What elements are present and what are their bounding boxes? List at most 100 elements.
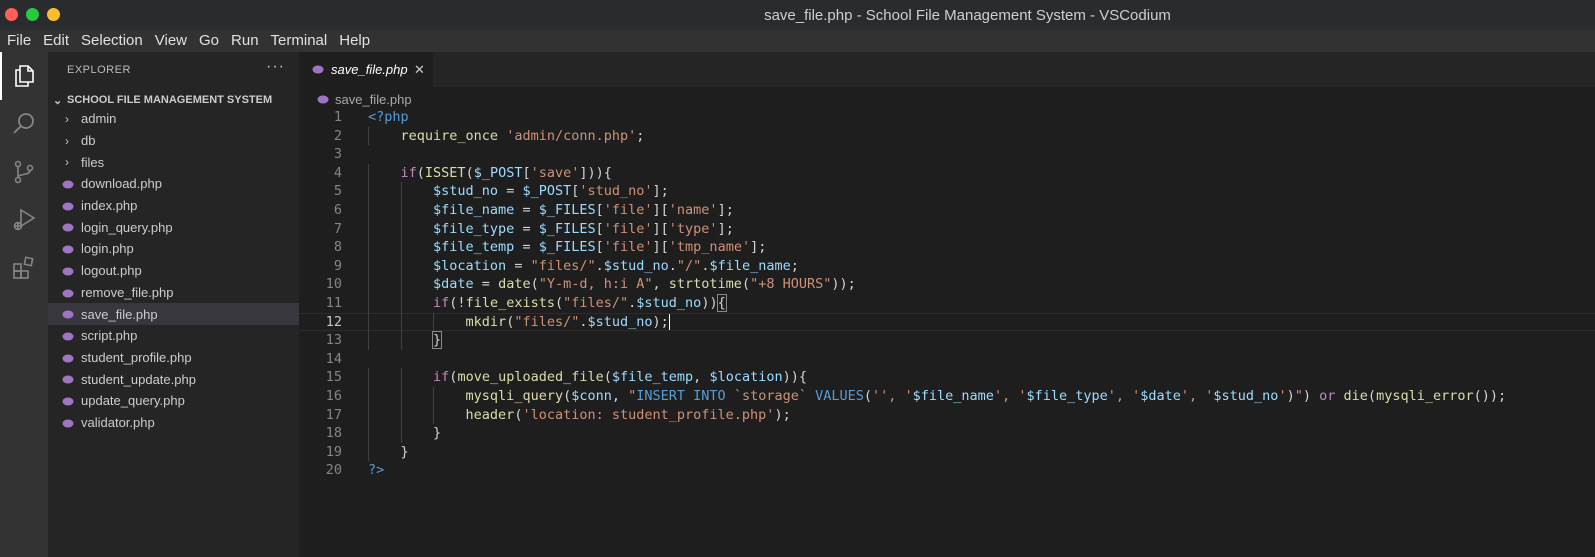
code-token: if [433,294,450,311]
code-line[interactable]: 7 $file_type = $_FILES['file']['type']; [299,219,1595,239]
code-line[interactable]: 10 $date = date("Y-m-d, h:i A", strtotim… [299,275,1595,294]
code-token: "+8 HOURS" [750,276,832,293]
source-control-icon[interactable] [0,148,48,196]
breadcrumb[interactable]: save_file.php [317,90,412,108]
code-token: ])){ [579,164,612,181]
extensions-icon[interactable] [0,244,48,292]
code-line[interactable]: 15 if(move_uploaded_file($file_temp, $lo… [299,368,1595,387]
code-token: $file_name [912,387,994,404]
code-token: $_FILES [538,201,596,218]
file-label: logout.php [81,263,142,279]
code-token: `storage` [725,387,816,404]
file-item[interactable]: save_file.php [48,303,299,325]
code-token: ( [416,164,425,181]
folder-item[interactable]: › db [48,130,299,152]
file-item[interactable]: validator.php [48,412,299,434]
code-editor[interactable]: 1 <?php 2 require_once 'admin/conn.php'; 3 4… [299,108,1595,480]
file-item[interactable]: login_query.php [48,216,299,238]
code-text: $stud_no = $_POST['stud_no']; [368,182,669,201]
line-number: 3 [333,146,342,163]
code-line[interactable]: 1 <?php [299,108,1595,127]
file-label: login.php [81,241,134,257]
code-token: [ [595,239,604,256]
code-token: } [432,331,443,350]
file-item[interactable]: logout.php [48,260,299,282]
code-line[interactable]: 14 [299,350,1595,369]
menu-go[interactable]: Go [193,30,225,52]
explorer-icon[interactable] [0,52,48,100]
code-line[interactable]: 3 [299,145,1595,164]
code-token: = [506,257,531,274]
code-line[interactable]: 6 $file_name = $_FILES['file']['name']; [299,200,1595,220]
code-token: } [368,425,442,442]
workspace-root[interactable]: ⌄ SCHOOL FILE MANAGEMENT SYSTEM [48,90,299,110]
php-file-icon [62,289,74,297]
code-token: ; [790,257,799,274]
file-item[interactable]: index.php [48,195,299,217]
code-line[interactable]: 13 } [299,331,1595,350]
code-line[interactable]: 11 if(!file_exists("files/".$stud_no)){ [299,293,1595,313]
menu-selection[interactable]: Selection [75,30,149,52]
line-number: 2 [333,127,342,144]
php-file-icon [62,223,74,232]
code-token: <?php [368,109,409,125]
code-line[interactable]: 20 ?> [299,461,1595,480]
code-token: ?> [368,462,385,479]
file-item[interactable]: update_query.php [48,390,299,412]
code-text: if(!file_exists("files/".$stud_no)){ [368,293,727,313]
line-number: 8 [333,239,342,256]
line-number: 7 [333,220,342,237]
file-item[interactable]: download.php [48,173,299,195]
code-text: ?> [368,461,384,480]
folder-item[interactable]: › files [48,151,299,173]
code-line[interactable]: 16 mysqli_query($conn, "INSERT INTO `sto… [299,386,1595,406]
file-item[interactable]: student_profile.php [48,347,299,369]
code-token: ) [1286,387,1295,404]
search-icon[interactable] [0,100,48,148]
code-token: ); [652,313,669,330]
code-token: 'stud_no' [579,183,653,200]
code-line[interactable]: 12 mkdir("files/".$stud_no); [299,312,1595,332]
file-item[interactable]: script.php [48,325,299,347]
code-token: . [595,257,604,274]
code-line[interactable]: 4 if(ISSET($_POST['save'])){ [299,163,1595,183]
code-line[interactable]: 9 $location = "files/".$stud_no."/".$fil… [299,256,1595,276]
menu-help[interactable]: Help [333,30,376,52]
explorer-header: EXPLORER [67,64,131,76]
code-token: "files/" [514,313,580,330]
title-bar: save_file.php - School File Management S… [0,0,1595,30]
line-number: 5 [333,183,342,200]
file-item[interactable]: student_update.php [48,368,299,390]
code-text: } [368,443,409,462]
tab-save-file[interactable]: save_file.php ✕ [299,52,433,87]
file-item[interactable]: login.php [48,238,299,260]
code-token: = [514,201,539,218]
menu-file[interactable]: File [0,30,37,52]
code-token: 'admin/conn.php' [506,127,637,144]
code-line[interactable]: 18 } [299,424,1595,443]
line-number: 6 [333,201,342,218]
menu-edit[interactable]: Edit [37,30,75,52]
line-number: 16 [325,387,342,404]
php-file-icon [62,202,74,211]
more-actions-icon[interactable]: ··· [266,58,285,76]
code-line[interactable]: 17 header('location: student_profile.php… [299,405,1595,425]
code-token: mkdir [465,313,507,330]
run-debug-icon[interactable] [0,196,48,244]
close-icon[interactable]: ✕ [414,62,425,78]
code-token: ( [741,276,751,293]
menu-terminal[interactable]: Terminal [265,30,334,52]
code-line[interactable]: 8 $file_temp = $_FILES['file']['tmp_name… [299,238,1595,257]
code-token: ' [1278,387,1287,404]
code-token: = [473,276,499,293]
file-item[interactable]: remove_file.php [48,282,299,304]
code-line[interactable]: 5 $stud_no = $_POST['stud_no']; [299,182,1595,201]
folder-item[interactable]: › admin [48,108,299,130]
menu-view[interactable]: View [149,30,193,52]
code-line[interactable]: 19 } [299,442,1595,462]
menu-run[interactable]: Run [225,30,265,52]
code-token: } [368,443,409,460]
code-line[interactable]: 2 require_once 'admin/conn.php'; [299,126,1595,146]
